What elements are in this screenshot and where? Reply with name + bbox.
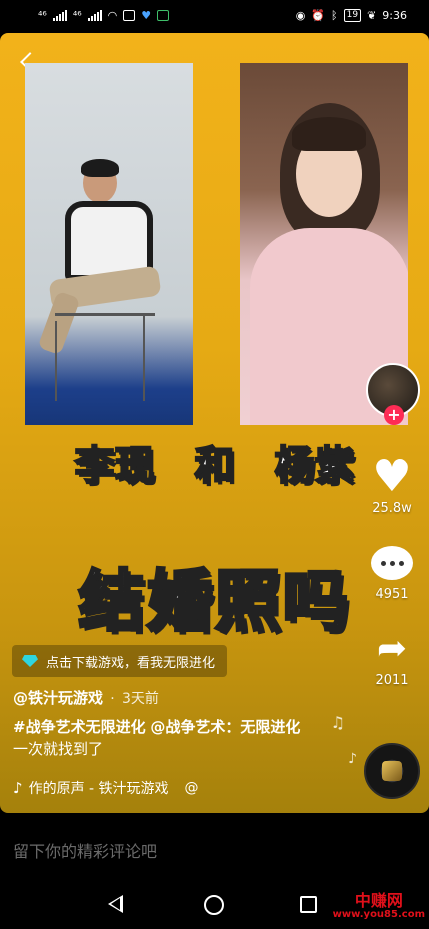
bluetooth-icon: ᛒ [331, 9, 338, 22]
photo-left [25, 63, 193, 425]
caption-line-2: 结婚照吗 [0, 548, 429, 644]
caption-line-1: 李现 和 杨紫 [0, 433, 429, 491]
figure-shin [37, 290, 81, 356]
chair-seat [55, 313, 155, 316]
description-text: 一次就找到了 [13, 740, 104, 758]
comment-bar: 留下你的精彩评论吧 [0, 822, 429, 872]
figure-bangs [292, 117, 366, 151]
app-notification-icon [157, 10, 170, 21]
share-arrow-icon: ➦ [376, 628, 408, 669]
author-avatar[interactable]: + [366, 363, 420, 425]
battery-icon: 19 [343, 9, 362, 22]
watermark-title: 中赚网 [354, 891, 403, 910]
status-bar: ⁴⁶ ⁴⁶ ◠ ♥ ◉ ⏰ ᛒ 19 ❦ 9:36 [0, 0, 429, 32]
music-row[interactable]: ♪ 作的原声 - 铁汁玩游戏 @ [13, 778, 199, 798]
system-nav-bar: 中赚网 www.you85.com [0, 880, 429, 929]
nav-back-icon[interactable] [108, 895, 123, 913]
floating-note-icon-2: ♪ [348, 751, 357, 767]
share-count: 2011 [375, 673, 409, 688]
share-button[interactable]: ➦ 2011 [369, 627, 415, 688]
carrier-2-label: ⁴⁶ [72, 9, 82, 22]
carrier-1-label: ⁴⁶ [38, 9, 47, 22]
watermark-url: www.you85.com [332, 909, 425, 920]
music-note-icon: ♪ [13, 779, 23, 797]
caption-and: 和 [194, 442, 236, 490]
like-count: 25.8w [372, 501, 412, 516]
floating-note-icon: ♫ [330, 713, 345, 732]
post-time: 3天前 [121, 691, 159, 707]
music-title: 作的原声 - 铁汁玩游戏 [28, 781, 169, 797]
comment-icon [371, 546, 413, 580]
signal-icon-2 [87, 10, 102, 21]
comment-button[interactable]: 4951 [369, 541, 415, 602]
music-disc[interactable] [364, 743, 420, 799]
video-player[interactable]: 李现 和 杨紫 结婚照吗 + ♥ 25.8w 4951 ➦ 2011 点击下载游… [0, 33, 429, 813]
music-at-symbol: @ [184, 780, 199, 796]
watermark: 中赚网 www.you85.com [333, 892, 425, 920]
like-button[interactable]: ♥ 25.8w [369, 451, 415, 517]
download-banner-text: 点击下载游戏，看我无限进化 [46, 655, 216, 671]
chair-leg-1 [55, 321, 57, 401]
image-notification-icon [123, 10, 136, 21]
caption-name-left: 李现 [74, 442, 156, 490]
wifi-icon: ◠ [107, 9, 118, 22]
post-description: #战争艺术无限进化 @战争艺术：无限进化 一次就找到了 [13, 716, 313, 760]
nav-home-icon[interactable] [204, 895, 224, 915]
post-separator: · [110, 691, 115, 707]
signal-icon [52, 10, 67, 21]
comment-input[interactable]: 留下你的精彩评论吧 [13, 838, 157, 862]
chair-leg-2 [143, 313, 145, 401]
heart-icon: ♥ [372, 451, 412, 502]
leaf-icon: ❦ [367, 9, 377, 22]
download-game-banner[interactable]: 点击下载游戏，看我无限进化 [12, 645, 228, 677]
status-left: ⁴⁶ ⁴⁶ ◠ ♥ [38, 9, 170, 22]
comment-count: 4951 [375, 587, 409, 602]
status-right: ◉ ⏰ ᛒ 19 ❦ 9:36 [296, 9, 407, 22]
author-row: @铁汁玩游戏 · 3天前 [13, 687, 159, 708]
mention-link[interactable]: @战争艺术：无限进化 [150, 718, 300, 736]
follow-button[interactable]: + [384, 405, 404, 425]
alarm-icon: ⏰ [311, 9, 326, 22]
heart-notification-icon: ♥ [141, 9, 152, 22]
caption-question: 结婚照吗 [77, 562, 351, 642]
nav-recents-icon[interactable] [300, 896, 317, 913]
author-name[interactable]: @铁汁玩游戏 [13, 689, 103, 707]
figure-hair [81, 159, 119, 177]
clock-time: 9:36 [382, 9, 407, 22]
hashtag-link[interactable]: #战争艺术无限进化 [13, 718, 146, 736]
caption-name-right: 杨紫 [274, 442, 356, 490]
eye-icon: ◉ [295, 9, 306, 22]
diamond-icon [22, 655, 38, 667]
